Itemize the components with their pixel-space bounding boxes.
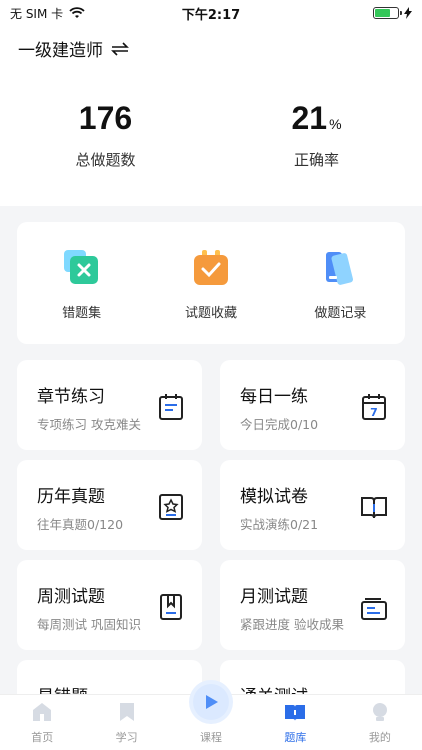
tab-label: 学习	[115, 731, 138, 744]
wifi-icon	[69, 7, 85, 18]
stat-accuracy-label: 正确率	[293, 151, 339, 169]
tab-profile[interactable]: 我的	[338, 695, 422, 750]
stat-accuracy-value: 21	[291, 100, 328, 136]
home-icon	[33, 703, 52, 721]
card-chapter-practice[interactable]: 章节练习 专项练习 攻克难关	[17, 360, 202, 450]
card-title: 历年真题	[37, 487, 105, 507]
quick-wrong-set[interactable]: 错题集	[17, 222, 146, 344]
wrong-set-icon	[63, 250, 98, 284]
stat-accuracy: 21% 正确率	[211, 100, 422, 170]
calendar-7-icon: 7	[362, 394, 386, 420]
charging-icon	[404, 7, 412, 19]
card-title: 周测试题	[37, 587, 105, 607]
switch-icon	[111, 41, 129, 56]
favorites-icon	[193, 250, 228, 285]
card-mock-exams[interactable]: 模拟试卷 实战演练0/21	[220, 460, 405, 550]
card-title: 章节练习	[37, 387, 105, 407]
play-button[interactable]	[189, 680, 233, 724]
profile-icon	[372, 703, 387, 721]
calendar-icon	[159, 394, 183, 420]
quick-records[interactable]: 做题记录	[276, 222, 405, 344]
tab-label: 课程	[200, 731, 223, 744]
svg-text:7: 7	[370, 406, 378, 419]
card-subtitle: 往年真题0/120	[37, 517, 124, 532]
card-title: 月测试题	[240, 587, 308, 607]
carrier-label: 无 SIM 卡	[10, 6, 64, 21]
tab-label: 题库	[284, 731, 307, 744]
card-subtitle: 实战演练0/21	[240, 517, 319, 532]
card-subtitle: 每周测试 巩固知识	[37, 617, 141, 632]
card-title: 模拟试卷	[240, 487, 308, 507]
quick-favorites[interactable]: 试题收藏	[146, 222, 275, 344]
battery-icon	[373, 7, 402, 19]
card-title: 每日一练	[240, 387, 308, 407]
card-subtitle: 今日完成0/10	[240, 417, 319, 432]
quick-records-label: 做题记录	[314, 306, 367, 321]
tab-home[interactable]: 首页	[0, 695, 84, 750]
card-past-exams[interactable]: 历年真题 往年真题0/120	[17, 460, 202, 550]
tab-question-bank[interactable]: 题库	[253, 695, 337, 750]
quick-access-panel: 错题集 试题收藏 做题记录	[17, 222, 405, 344]
records-icon	[326, 252, 354, 285]
bookmark-icon	[160, 594, 182, 620]
stat-accuracy-unit: %	[329, 116, 342, 132]
star-badge-icon	[159, 494, 183, 520]
folder-icon	[361, 598, 387, 620]
open-book-icon	[361, 497, 387, 519]
tab-study[interactable]: 学习	[84, 695, 168, 750]
tab-label: 首页	[31, 731, 54, 744]
card-daily-practice[interactable]: 每日一练 今日完成0/10 7	[220, 360, 405, 450]
card-weekly-tests[interactable]: 周测试题 每周测试 巩固知识	[17, 560, 202, 650]
quick-favorites-label: 试题收藏	[184, 306, 237, 321]
exam-switcher[interactable]: 一级建造师	[18, 36, 129, 61]
question-bank-icon	[285, 705, 306, 721]
tab-label: 我的	[368, 731, 391, 744]
quick-wrong-set-label: 错题集	[62, 306, 102, 321]
stats-header: 一级建造师 176 总做题数 21% 正确率	[0, 26, 422, 206]
stat-total-value: 176	[78, 100, 133, 136]
card-monthly-tests[interactable]: 月测试题 紧跟进度 验收成果	[220, 560, 405, 650]
stat-total-label: 总做题数	[75, 151, 136, 169]
stat-total: 176 总做题数	[0, 100, 211, 170]
study-icon	[119, 703, 134, 721]
play-icon	[206, 695, 218, 709]
card-subtitle: 紧跟进度 验收成果	[240, 617, 344, 632]
card-subtitle: 专项练习 攻克难关	[37, 417, 141, 432]
exam-name: 一级建造师	[18, 41, 103, 61]
status-bar: 无 SIM 卡 下午2:17	[0, 0, 422, 26]
